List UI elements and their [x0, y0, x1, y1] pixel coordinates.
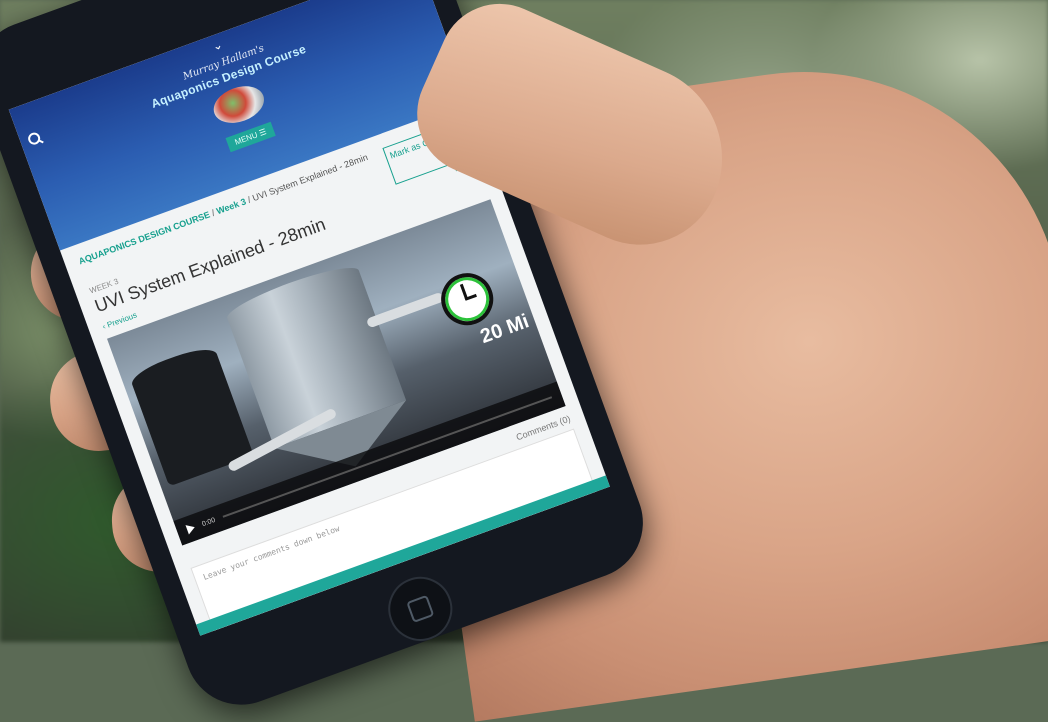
menu-button[interactable]: MENU ☰	[225, 121, 277, 153]
home-square-icon	[406, 594, 435, 624]
play-icon[interactable]	[185, 522, 197, 535]
menu-label: MENU	[233, 130, 259, 147]
breadcrumb-week[interactable]: Week 3	[215, 196, 247, 216]
add-comment-button[interactable]: Add Comment	[221, 622, 314, 636]
video-time: 0:00	[201, 516, 217, 528]
pipe-image	[365, 291, 445, 329]
hamburger-icon: ☰	[257, 127, 268, 139]
brand-title: Aquaponics Design Course	[149, 41, 309, 111]
